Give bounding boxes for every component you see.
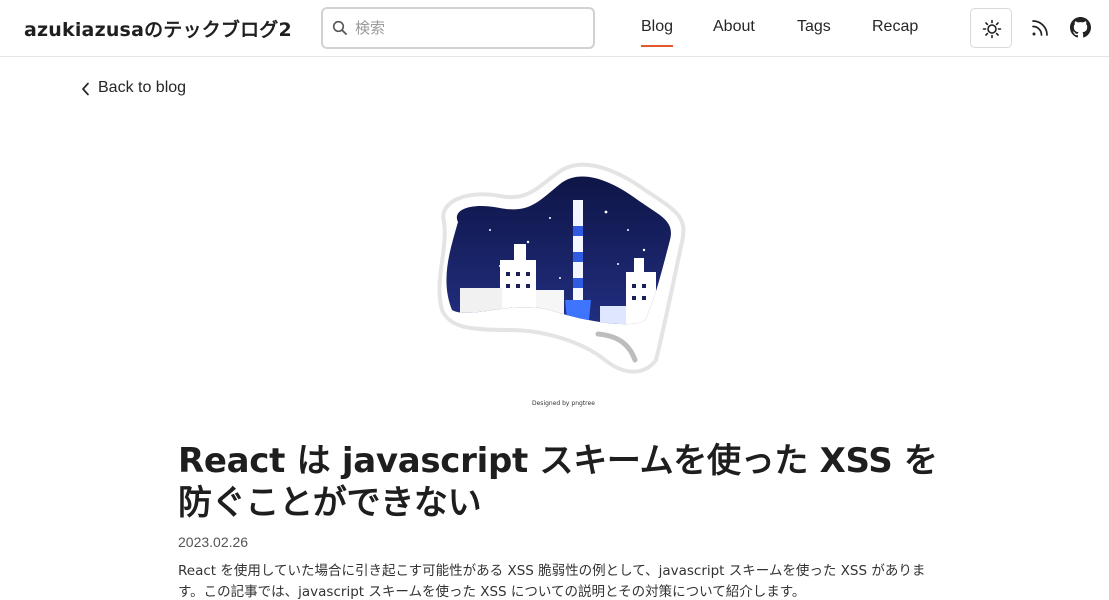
theme-toggle-button[interactable] — [970, 8, 1012, 48]
rss-icon[interactable] — [1030, 18, 1050, 38]
nav-recap[interactable]: Recap — [872, 18, 918, 36]
sun-icon — [982, 19, 1002, 39]
search-box[interactable] — [321, 7, 595, 49]
nav-about-label: About — [713, 18, 755, 35]
nav-blog[interactable]: Blog — [641, 18, 674, 47]
nav-tags[interactable]: Tags — [797, 18, 831, 36]
back-to-blog-label: Back to blog — [98, 79, 187, 96]
hero-image-credit: Designed by pngtree — [532, 400, 595, 407]
site-title[interactable]: azukiazusaのテックブログ2 — [24, 15, 292, 42]
search-icon — [332, 20, 347, 35]
post-date: 2023.02.26 — [178, 534, 249, 550]
chevron-left-icon — [82, 82, 89, 96]
nav-recap-label: Recap — [872, 18, 919, 35]
site-header: azukiazusaのテックブログ2 Blog About Tags Recap — [0, 0, 1109, 57]
search-input[interactable] — [355, 17, 585, 39]
nav-about[interactable]: About — [713, 18, 755, 36]
post-title: React は javascript スキームを使った XSS を防ぐことができ… — [178, 441, 938, 523]
nav-blog-label: Blog — [641, 18, 674, 35]
github-icon[interactable] — [1070, 17, 1091, 38]
post-summary: React を使用していた場合に引き起こす可能性がある XSS 脆弱性の例として… — [178, 563, 926, 600]
nav-tags-label: Tags — [797, 18, 831, 35]
hero-image — [437, 162, 686, 374]
active-nav-indicator — [641, 45, 674, 47]
